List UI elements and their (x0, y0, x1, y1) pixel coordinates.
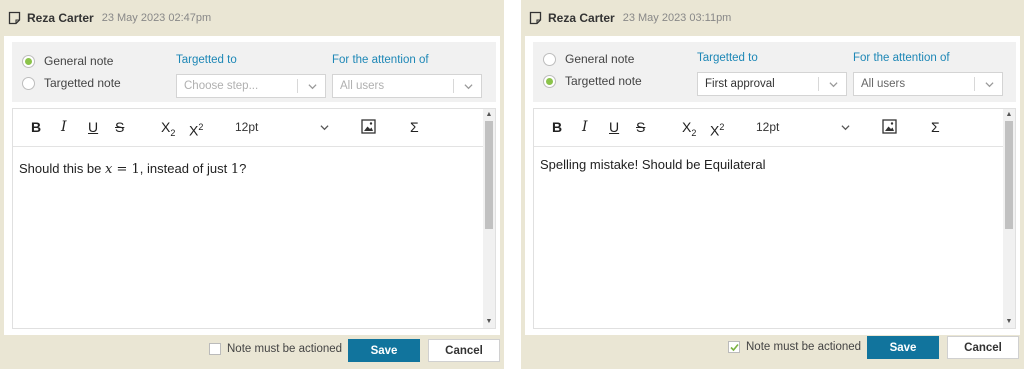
italic-button[interactable]: I (61, 119, 67, 135)
underline-button[interactable]: U (609, 119, 619, 135)
targetted-to-value: Choose step... (184, 80, 259, 92)
note-content: General note Targetted note Targetted to… (4, 36, 500, 335)
scroll-down-icon[interactable]: ▼ (1003, 317, 1015, 327)
image-icon[interactable] (882, 119, 897, 134)
underline-button[interactable]: U (88, 119, 98, 135)
chevron-down-icon (985, 82, 994, 88)
font-size-value: 12pt (756, 120, 780, 134)
sigma-button[interactable]: Σ (410, 119, 419, 135)
attention-label: For the attention of (853, 52, 950, 64)
note-footer: Note must be actioned Save Cancel (4, 335, 500, 369)
note-options: General note Targetted note Targetted to… (12, 42, 496, 102)
strikethrough-button[interactable]: S (115, 119, 124, 135)
chevron-down-icon (308, 84, 317, 90)
cancel-button[interactable]: Cancel (428, 339, 500, 362)
radio-targetted-note[interactable]: Targetted note (22, 76, 121, 90)
superscript-button[interactable]: X2 (189, 119, 203, 139)
font-size-value: 12pt (235, 120, 259, 134)
editor-toolbar: B I U S X2 X2 12pt Σ (13, 109, 483, 147)
subscript-button[interactable]: X2 (682, 119, 696, 141)
editor-scrollbar[interactable]: ▲ ▼ (483, 109, 495, 328)
radio-label-general: General note (565, 52, 635, 66)
chevron-down-icon (829, 82, 838, 88)
chevron-down-icon (320, 125, 329, 131)
note-icon (8, 11, 21, 25)
save-button[interactable]: Save (348, 339, 420, 362)
note-editor[interactable]: B I U S X2 X2 12pt Σ Should this be x = … (12, 108, 496, 329)
targetted-to-value: First approval (705, 78, 775, 90)
note-timestamp: 23 May 2023 03:11pm (622, 12, 732, 24)
check-icon (730, 343, 739, 352)
actioned-checkbox-row[interactable]: Note must be actioned (728, 341, 861, 353)
scroll-thumb[interactable] (1005, 121, 1013, 229)
radio-button-targetted[interactable] (543, 74, 556, 88)
font-size-select[interactable]: 12pt (750, 117, 854, 137)
scroll-down-icon[interactable]: ▼ (483, 317, 495, 327)
note-options: General note Targetted note Targetted to… (533, 42, 1016, 102)
note-icon (529, 11, 542, 25)
subscript-button[interactable]: X2 (161, 119, 175, 141)
note-editor[interactable]: B I U S X2 X2 12pt Σ Spelling mistake! S… (533, 108, 1016, 329)
radio-targetted-note[interactable]: Targetted note (543, 74, 642, 88)
radio-general-note[interactable]: General note (543, 52, 634, 66)
radio-general-note[interactable]: General note (22, 54, 113, 68)
editor-scrollbar[interactable]: ▲ ▼ (1003, 109, 1015, 328)
superscript-button[interactable]: X2 (710, 119, 724, 139)
radio-button-general[interactable] (543, 52, 556, 66)
note-body-text[interactable]: Should this be x = 1, instead of just 1? (19, 161, 246, 177)
attention-value: All users (340, 80, 385, 92)
scroll-thumb[interactable] (485, 121, 493, 229)
note-panel-right: Reza Carter 23 May 2023 03:11pm General … (521, 0, 1024, 369)
note-body-text[interactable]: Spelling mistake! Should be Equilateral (540, 157, 765, 172)
targetted-to-label: Targetted to (697, 52, 758, 64)
actioned-checkbox-row[interactable]: Note must be actioned (209, 343, 342, 355)
scroll-up-icon[interactable]: ▲ (483, 110, 495, 120)
actioned-label: Note must be actioned (746, 341, 862, 353)
targetted-to-select[interactable]: First approval (697, 72, 847, 96)
font-size-select[interactable]: 12pt (229, 117, 333, 137)
note-panel-left: Reza Carter 23 May 2023 02:47pm General … (0, 0, 504, 369)
attention-label: For the attention of (332, 54, 429, 66)
radio-button-general[interactable] (22, 54, 35, 68)
sigma-button[interactable]: Σ (931, 119, 940, 135)
author-name: Reza Carter (27, 11, 94, 25)
actioned-label: Note must be actioned (227, 343, 343, 355)
author-name: Reza Carter (548, 11, 615, 25)
radio-label-targetted: Targetted note (44, 76, 121, 90)
bold-button[interactable]: B (31, 119, 41, 135)
strikethrough-button[interactable]: S (636, 119, 645, 135)
attention-value: All users (861, 78, 906, 90)
bold-button[interactable]: B (552, 119, 562, 135)
actioned-checkbox[interactable] (209, 343, 221, 355)
italic-button[interactable]: I (582, 119, 588, 135)
attention-select[interactable]: All users (853, 72, 1003, 96)
targetted-to-select[interactable]: Choose step... (176, 74, 326, 98)
note-footer: Note must be actioned Save Cancel (525, 335, 1020, 369)
save-button[interactable]: Save (867, 336, 939, 359)
editor-toolbar: B I U S X2 X2 12pt Σ (534, 109, 1003, 147)
cancel-button[interactable]: Cancel (947, 336, 1019, 359)
radio-button-targetted[interactable] (22, 76, 35, 90)
image-icon[interactable] (361, 119, 376, 134)
note-timestamp: 23 May 2023 02:47pm (101, 12, 212, 24)
scroll-up-icon[interactable]: ▲ (1003, 110, 1015, 120)
actioned-checkbox[interactable] (728, 341, 740, 353)
note-header: Reza Carter 23 May 2023 03:11pm (521, 0, 1024, 36)
targetted-to-label: Targetted to (176, 54, 237, 66)
attention-select[interactable]: All users (332, 74, 482, 98)
chevron-down-icon (841, 125, 850, 131)
note-header: Reza Carter 23 May 2023 02:47pm (0, 0, 504, 36)
radio-label-targetted: Targetted note (565, 74, 642, 88)
note-content: General note Targetted note Targetted to… (525, 36, 1020, 335)
radio-label-general: General note (44, 54, 114, 68)
chevron-down-icon (464, 84, 473, 90)
